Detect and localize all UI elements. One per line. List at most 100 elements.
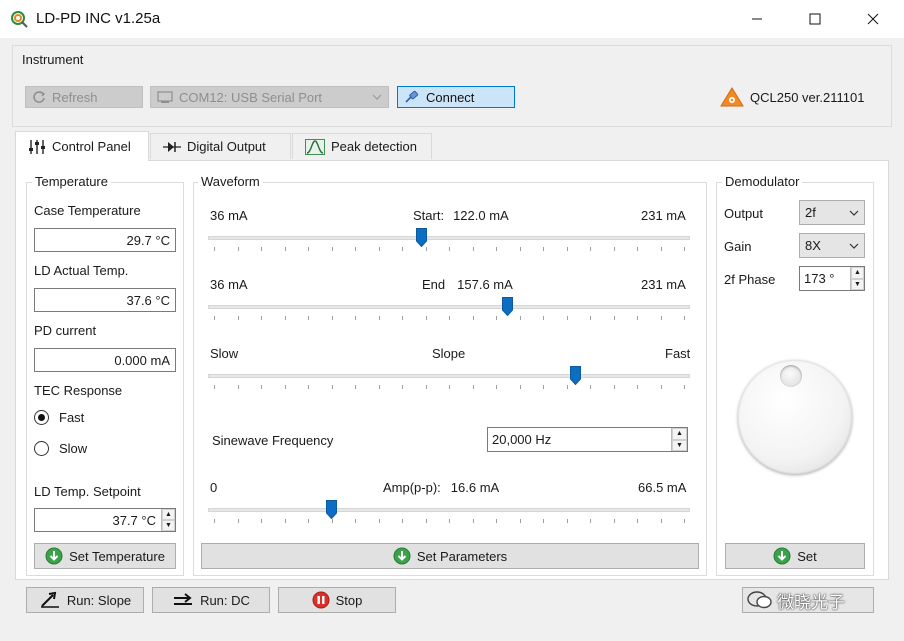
tab-peak-detection[interactable]: Peak detection [292,133,432,159]
slider-tick [237,519,239,523]
tab-control-panel[interactable]: Control Panel [15,131,149,161]
phase-label: 2f Phase [724,272,776,287]
tab-digital-output[interactable]: Digital Output [150,133,291,159]
slider-tick [496,385,497,389]
tec-fast-radio[interactable] [34,410,49,425]
diode-icon [163,141,181,152]
slider-tick [637,385,638,389]
ld-actual-temp-value: 37.6 °C [126,292,170,308]
slider-tick [284,519,286,523]
phase-spinner[interactable]: ▲ ▼ [850,267,864,290]
slider-track[interactable] [208,305,690,309]
slider-tick [402,519,403,523]
stop-button[interactable]: Stop [278,587,396,613]
slider-tick [449,247,450,251]
ld-actual-temp-label: LD Actual Temp. [34,263,129,278]
chevron-down-icon [372,94,382,100]
pd-current-field: 0.000 mA [34,348,176,372]
gain-select[interactable]: 8X [799,233,865,258]
start-caption: Start: [413,208,445,223]
end-value: 157.6 mA [457,277,513,292]
start-slider[interactable] [208,228,690,258]
frequency-spinner[interactable]: ▲ ▼ [671,428,687,451]
slider-tick [284,316,286,320]
slider-tick [237,316,239,320]
slider-thumb[interactable] [570,366,582,385]
slider-thumb[interactable] [501,297,513,316]
slider-tick [613,519,615,523]
spin-down-icon[interactable]: ▼ [162,520,175,531]
slider-tick [308,247,309,251]
tec-slow-label: Slow [59,441,88,456]
slope-caption: Slope [432,346,466,361]
slider-tick [519,519,521,523]
close-button[interactable] [844,0,902,38]
spin-up-icon[interactable]: ▲ [672,428,687,440]
end-slider[interactable] [208,297,690,327]
slider-track[interactable] [208,508,690,512]
phase-input[interactable]: 173 ° ▲ ▼ [799,266,865,291]
slider-tick [284,385,286,389]
run-slope-button[interactable]: Run: Slope [26,587,144,613]
end-readout: End 157.6 mA [422,277,513,292]
slider-tick [214,519,215,523]
spin-down-icon[interactable]: ▼ [851,278,864,290]
tec-fast-option[interactable]: Fast [34,410,84,425]
slope-slider[interactable] [208,366,690,396]
refresh-button[interactable]: Refresh [25,86,143,108]
slider-tick [613,385,615,389]
maximize-button[interactable] [786,0,844,38]
slider-tick [637,519,638,523]
slider-tick [637,247,638,251]
slider-thumb[interactable] [325,500,337,519]
setpoint-spinner[interactable]: ▲ ▼ [161,509,175,531]
end-min-label: 36 mA [210,277,248,292]
slider-tick [331,316,333,320]
demodulator-set-button[interactable]: Set [725,543,865,569]
slope-icon [40,591,59,608]
slider-tick [355,385,356,389]
chevron-down-icon [849,210,859,216]
waveform-title: Waveform [198,174,263,189]
slider-track[interactable] [208,374,690,378]
spin-up-icon[interactable]: ▲ [851,267,864,279]
slider-tick [519,247,521,251]
case-temperature-label: Case Temperature [34,203,141,218]
run-dc-button[interactable]: Run: DC [152,587,270,613]
output-select[interactable]: 2f [799,200,865,225]
slider-tick [355,519,356,523]
slider-tick [684,247,685,251]
instrument-label: Instrument [22,52,84,67]
slider-thumb[interactable] [415,228,427,247]
knob-indicator[interactable] [780,365,802,387]
sinewave-frequency-input[interactable]: 20,000 Hz ▲ ▼ [487,427,688,452]
slider-tick [237,247,239,251]
tec-slow-option[interactable]: Slow [34,441,87,456]
slider-tick [261,316,262,320]
slider-tick [378,519,380,523]
slider-tick [308,316,309,320]
spin-up-icon[interactable]: ▲ [162,509,175,520]
output-label: Output [724,206,764,221]
end-caption: End [422,277,446,292]
peak-icon [305,138,325,155]
set-parameters-button[interactable]: Set Parameters [201,543,699,569]
slider-tick [378,316,380,320]
demodulator-set-label: Set [797,548,817,564]
slider-tick [402,385,403,389]
demodulator-title: Demodulator [722,174,803,189]
slider-tick [496,316,497,320]
connect-button[interactable]: Connect [397,86,515,108]
setpoint-input[interactable]: 37.7 °C ▲ ▼ [34,508,176,532]
slider-track[interactable] [208,236,690,240]
minimize-button[interactable] [728,0,786,38]
tec-slow-radio[interactable] [34,441,49,456]
slider-tick [449,519,450,523]
slider-tick [590,247,591,251]
set-temperature-button[interactable]: Set Temperature [34,543,176,569]
amp-slider[interactable] [208,500,690,530]
slider-tick [660,316,662,320]
com-port-select[interactable]: COM12: USB Serial Port [150,86,389,108]
spin-down-icon[interactable]: ▼ [672,439,687,451]
tab-label: Digital Output [187,139,266,154]
